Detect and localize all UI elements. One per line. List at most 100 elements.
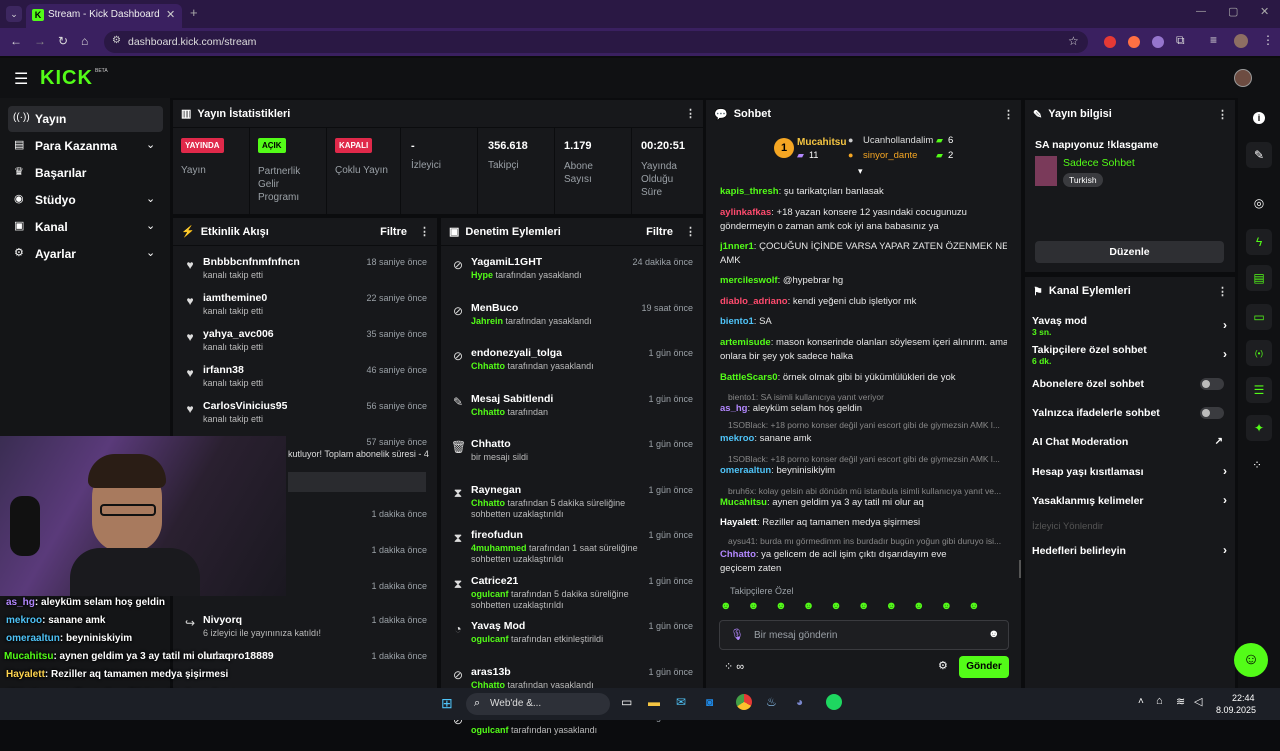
close-tab-icon[interactable]: ✕ bbox=[166, 8, 175, 21]
lightning-icon[interactable]: ϟ bbox=[1246, 229, 1272, 255]
moderator-name[interactable]: ogulcanf bbox=[471, 725, 509, 735]
camera-icon[interactable]: ◎ bbox=[1246, 190, 1272, 216]
category-name[interactable]: Sadece Sohbet bbox=[1063, 157, 1135, 169]
chat-username[interactable]: Mucahitsu bbox=[720, 497, 767, 508]
top-user[interactable]: Ucanhollandalim bbox=[863, 135, 933, 146]
emote-only-action[interactable]: Yalnızca ifadelerle sohbet bbox=[1032, 407, 1227, 421]
extension-icon[interactable] bbox=[1104, 36, 1116, 48]
moderation-target[interactable]: Mesaj Sabitlendi bbox=[471, 393, 553, 405]
chat-username[interactable]: omeraaltun bbox=[720, 465, 771, 476]
steam-icon[interactable]: ♨ bbox=[766, 695, 777, 709]
emote-only-toggle[interactable] bbox=[1200, 407, 1224, 419]
bookmark-star-icon[interactable]: ☆ bbox=[1068, 34, 1079, 48]
account-age-action[interactable]: Hesap yaşı kısıtlaması › bbox=[1032, 464, 1227, 480]
reading-list-icon[interactable]: ≡ bbox=[1210, 33, 1217, 47]
moderator-name[interactable]: Chhatto bbox=[471, 361, 505, 371]
reload-icon[interactable]: ↻ bbox=[58, 34, 68, 48]
top-user[interactable]: Mucahitsu bbox=[797, 137, 846, 148]
extension-icon[interactable] bbox=[1152, 36, 1164, 48]
forward-icon[interactable]: → bbox=[34, 34, 46, 48]
sidebar-item-yayin[interactable]: ((·)) Yayın bbox=[8, 106, 163, 132]
more-options-icon[interactable]: ⋮ bbox=[1217, 285, 1228, 298]
tray-chevron-icon[interactable]: ˄ bbox=[1138, 696, 1144, 707]
wifi-icon[interactable]: ≋ bbox=[1176, 695, 1185, 708]
sidebar-item-para-kazanma[interactable]: ▤ Para Kazanma ⌄ bbox=[8, 134, 163, 158]
browser-tab[interactable]: K Stream - Kick Dashboard ✕ bbox=[26, 4, 182, 28]
user-avatar[interactable] bbox=[1234, 69, 1252, 87]
chat-username[interactable]: Chhatto bbox=[720, 549, 756, 560]
more-options-icon[interactable]: ⋮ bbox=[1003, 108, 1014, 121]
minimize-button[interactable]: — bbox=[1196, 6, 1206, 17]
moderation-target[interactable]: endonezyali_tolga bbox=[471, 347, 562, 359]
emoji-icon[interactable]: ☻ bbox=[988, 628, 1000, 640]
sidebar-item-ayarlar[interactable]: ⚙ Ayarlar ⌄ bbox=[8, 242, 163, 266]
points-icon[interactable]: ⁘ ∞ bbox=[724, 660, 744, 673]
microphone-icon[interactable]: 🎙 bbox=[730, 628, 744, 641]
subscriber-only-toggle[interactable] bbox=[1200, 378, 1224, 390]
chat-scrollbar[interactable] bbox=[1019, 560, 1021, 578]
support-chat-button[interactable]: ☺ bbox=[1234, 643, 1268, 677]
activity-user[interactable]: iamthemine0 bbox=[203, 292, 267, 304]
chat-username[interactable]: j1nner1 bbox=[720, 241, 754, 252]
volume-icon[interactable]: ◁ bbox=[1194, 695, 1202, 708]
activity-user[interactable]: CarlosVinicius95 bbox=[203, 400, 287, 412]
tab-list-button[interactable]: ⌄ bbox=[6, 6, 22, 22]
browser-menu-icon[interactable]: ⋮ bbox=[1262, 33, 1274, 47]
spotify-icon[interactable] bbox=[826, 694, 842, 710]
broadcast-icon[interactable]: (•) bbox=[1246, 340, 1272, 366]
moderator-name[interactable]: ogulcanf bbox=[471, 634, 509, 644]
file-explorer-icon[interactable]: ▬ bbox=[648, 695, 660, 709]
moderator-name[interactable]: Jahrein bbox=[471, 316, 503, 326]
clock-time[interactable]: 22:44 bbox=[1232, 693, 1255, 703]
profile-avatar[interactable] bbox=[1234, 34, 1248, 48]
more-options-icon[interactable]: ⋮ bbox=[685, 225, 696, 238]
outlook-icon[interactable]: ◙ bbox=[706, 695, 713, 709]
chat-bubble-icon[interactable]: ▭ bbox=[1246, 304, 1272, 330]
task-view-icon[interactable]: ▭ bbox=[621, 695, 632, 709]
moderator-name[interactable]: ogulcanf bbox=[471, 589, 509, 599]
moderation-target[interactable]: MenBuco bbox=[471, 302, 518, 314]
discord-icon[interactable]: ◕ bbox=[796, 695, 803, 709]
follower-only-action[interactable]: Takipçilere özel sohbet 6 dk. › bbox=[1032, 344, 1227, 368]
filter-button[interactable]: Filtre bbox=[380, 226, 407, 238]
site-info-icon[interactable]: ⚙ bbox=[112, 35, 121, 46]
subscriber-only-action[interactable]: Abonelere özel sohbet bbox=[1032, 378, 1227, 392]
chat-username[interactable]: BattleScars0 bbox=[720, 372, 778, 383]
list-icon[interactable]: ☰ bbox=[1246, 377, 1272, 403]
moderation-target[interactable]: Raynegan bbox=[471, 484, 521, 496]
moderator-name[interactable]: Chhatto bbox=[471, 407, 505, 417]
top-user[interactable]: sinyor_dante bbox=[863, 150, 917, 161]
tag-chip[interactable]: Turkish bbox=[1063, 173, 1103, 187]
send-button[interactable]: Gönder bbox=[959, 656, 1009, 678]
chat-username[interactable]: Hayalett bbox=[720, 517, 757, 528]
chat-username[interactable]: biento1 bbox=[720, 316, 754, 327]
wrench-icon[interactable]: ✦ bbox=[1246, 415, 1272, 441]
start-icon[interactable]: ⊞ bbox=[441, 695, 453, 712]
back-icon[interactable]: ← bbox=[10, 34, 22, 48]
new-tab-button[interactable]: + bbox=[190, 5, 198, 20]
clock-date[interactable]: 8.09.2025 bbox=[1216, 705, 1256, 715]
chat-username[interactable]: mekroo bbox=[720, 433, 754, 444]
chrome-icon[interactable] bbox=[736, 694, 752, 710]
moderator-name[interactable]: Chhatto bbox=[471, 498, 505, 508]
moderator-name[interactable]: 4muhammed bbox=[471, 543, 527, 553]
expand-icon[interactable]: ▾ bbox=[858, 166, 863, 177]
maximize-button[interactable]: ▢ bbox=[1228, 5, 1238, 18]
moderation-target[interactable]: Yavaş Mod bbox=[471, 620, 525, 632]
edit-icon[interactable]: ✎ bbox=[1246, 142, 1272, 168]
chat-input[interactable]: 🎙 Bir mesaj gönderin ☻ bbox=[719, 620, 1009, 650]
more-options-icon[interactable]: ⋮ bbox=[419, 225, 430, 238]
hamburger-menu-icon[interactable]: ☰ bbox=[14, 69, 28, 89]
close-window-button[interactable]: ✕ bbox=[1260, 5, 1269, 18]
sidebar-item-kanal[interactable]: ▣ Kanal ⌄ bbox=[8, 215, 163, 239]
activity-user[interactable]: irfann38 bbox=[203, 364, 244, 376]
activity-user[interactable]: Bnbbbcnfnmfnfncn bbox=[203, 256, 300, 268]
ai-moderation-action[interactable]: AI Chat Moderation ↗ bbox=[1032, 436, 1227, 450]
moderator-name[interactable]: Hype bbox=[471, 270, 493, 280]
extension-icon[interactable] bbox=[1128, 36, 1140, 48]
more-options-icon[interactable]: ⋮ bbox=[685, 107, 696, 120]
moderation-target[interactable]: fireofudun bbox=[471, 529, 523, 541]
sidebar-item-studyo[interactable]: ◉ Stüdyo ⌄ bbox=[8, 188, 163, 212]
chat-username[interactable]: mercileswolf bbox=[720, 275, 778, 286]
taskbar-search[interactable]: ⌕ Web'de &... bbox=[466, 693, 610, 715]
